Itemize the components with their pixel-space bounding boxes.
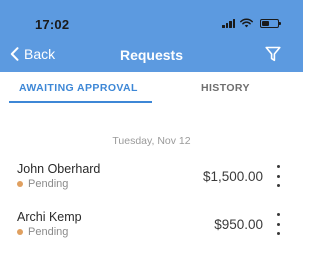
- tab-history[interactable]: HISTORY: [201, 82, 250, 94]
- battery-icon: [260, 18, 281, 28]
- requester-name: Archi Kemp: [17, 210, 82, 224]
- page-title: Requests: [119, 47, 184, 63]
- filter-button[interactable]: [265, 46, 281, 67]
- requester-name: John Oberhard: [17, 162, 101, 176]
- request-amount: $1,500.00: [202, 169, 263, 184]
- signal-icon: [222, 18, 235, 28]
- tab-awaiting-approval[interactable]: AWAITING APPROVAL: [19, 82, 138, 94]
- request-row[interactable]: Archi Kemp Pending $950.00: [0, 205, 303, 249]
- more-options-icon[interactable]: [275, 165, 281, 187]
- status-badge: Pending: [17, 226, 68, 238]
- tab-bar: AWAITING APPROVAL HISTORY: [0, 72, 303, 105]
- pending-dot-icon: [17, 181, 23, 187]
- more-options-icon[interactable]: [275, 213, 281, 235]
- date-header: Tuesday, Nov 12: [112, 135, 191, 147]
- status-time: 17:02: [35, 17, 70, 32]
- status-label: Pending: [28, 226, 69, 238]
- request-row[interactable]: John Oberhard Pending $1,500.00: [0, 157, 303, 201]
- status-badge: Pending: [17, 178, 68, 190]
- request-amount: $950.00: [214, 217, 263, 232]
- active-tab-indicator: [9, 101, 152, 103]
- status-label: Pending: [28, 178, 69, 190]
- status-icons: [222, 18, 281, 28]
- app-header: 17:02 Back Requests: [0, 0, 303, 72]
- wifi-icon: [240, 18, 253, 28]
- filter-icon: [265, 46, 281, 62]
- pending-dot-icon: [17, 229, 23, 235]
